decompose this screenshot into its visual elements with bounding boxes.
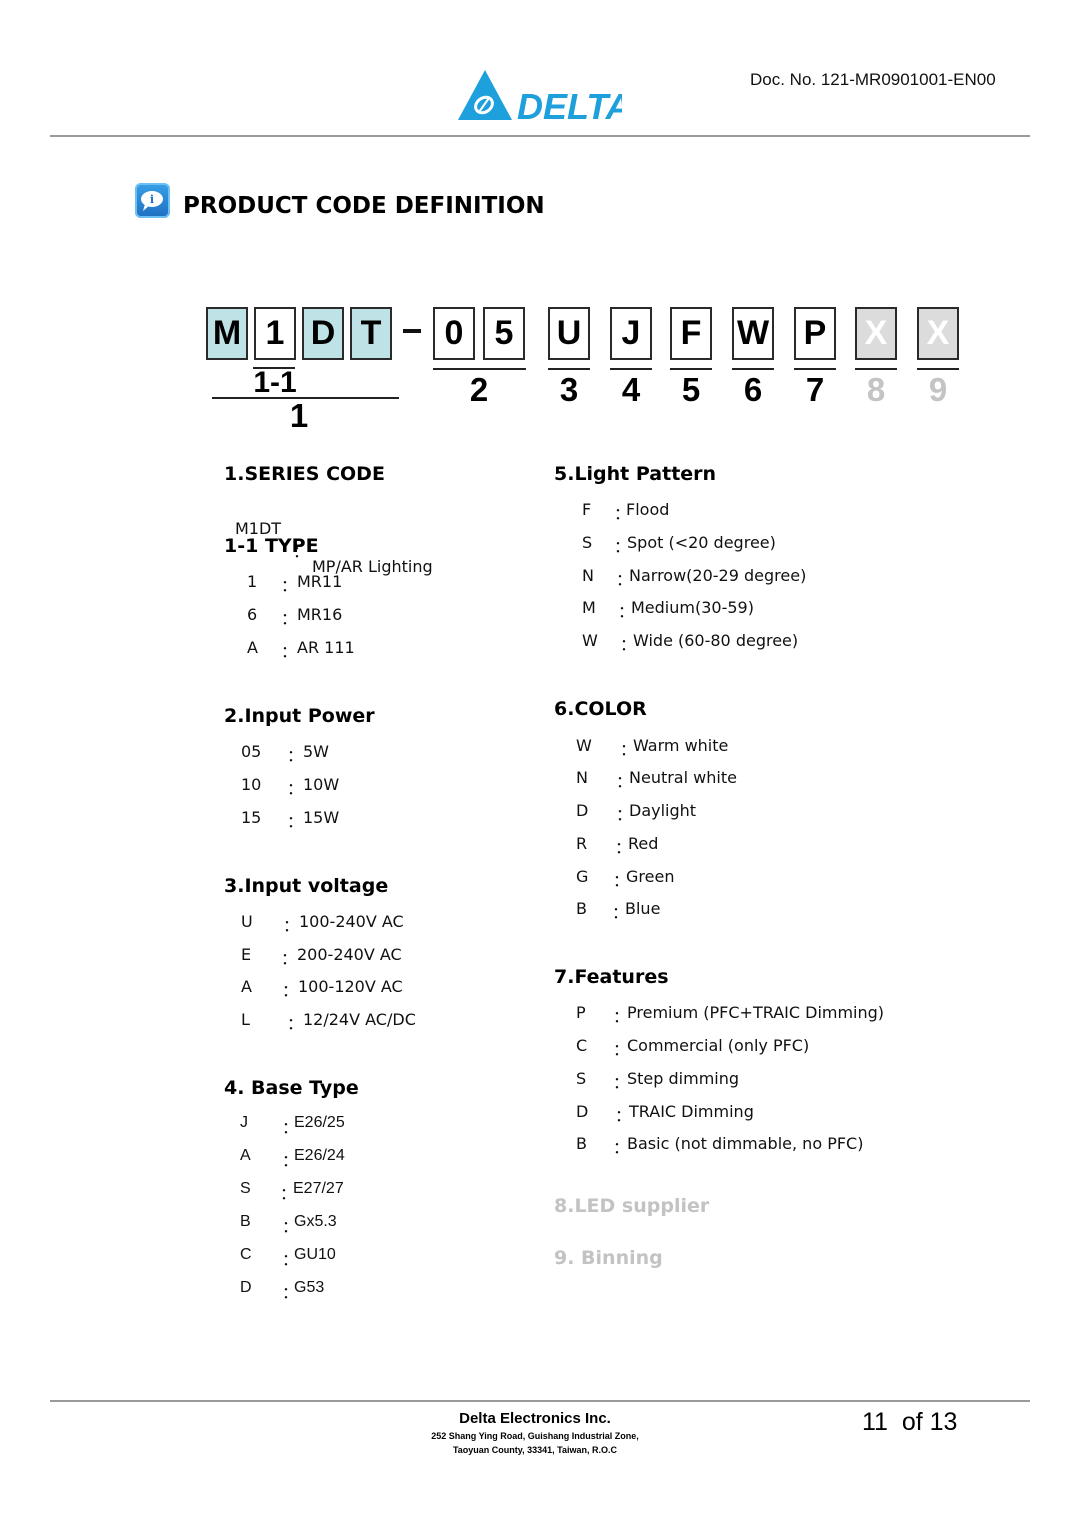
heading-input-voltage: 3.Input voltage <box>224 875 389 897</box>
position-label-9: 9 <box>928 371 948 408</box>
page-number: 11 of 13 <box>862 1408 958 1436</box>
position-label-1-1: 1-1 <box>253 366 297 399</box>
underline-6 <box>732 368 774 370</box>
code-box-color: W <box>732 307 774 360</box>
code-box-base: J <box>610 307 652 360</box>
position-label-5: 5 <box>681 371 701 408</box>
position-label-8: 8 <box>866 371 886 408</box>
position-label-3: 3 <box>559 371 579 408</box>
code-box-binning: X <box>917 307 959 360</box>
delta-triangle-icon: DELTA <box>458 70 632 127</box>
doc-number: Doc. No. 121-MR0901001-EN00 <box>750 70 996 89</box>
code-box-features: P <box>794 307 836 360</box>
heading-binning: 9. Binning <box>554 1247 663 1269</box>
code-box-voltage: U <box>548 307 590 360</box>
heading-base-type: 4. Base Type <box>224 1077 359 1099</box>
code-box-type: 1 <box>254 307 296 360</box>
heading-type: 1-1 TYPE <box>224 535 319 557</box>
underline-8 <box>855 368 897 370</box>
code-box-m: M <box>206 307 248 360</box>
page-title: PRODUCT CODE DEFINITION <box>183 193 545 219</box>
underline-3 <box>548 368 590 370</box>
footer-company: Delta Electronics Inc. <box>459 1410 611 1427</box>
code-box-d: D <box>302 307 344 360</box>
heading-series-code: 1.SERIES CODE <box>224 463 385 485</box>
position-label-4: 4 <box>621 371 641 408</box>
position-label-1: 1 <box>289 397 309 434</box>
code-separator-dash <box>403 329 421 333</box>
svg-text:i: i <box>150 193 154 206</box>
position-label-7: 7 <box>805 371 825 408</box>
heading-color: 6.COLOR <box>554 698 647 720</box>
delta-logo: DELTA <box>457 68 632 127</box>
footer-address-line2: Taoyuan County, 33341, Taiwan, R.O.C <box>452 1445 618 1455</box>
underline-9 <box>917 368 959 370</box>
code-box-power-2: 5 <box>483 307 525 360</box>
underline-4 <box>610 368 652 370</box>
code-box-power-1: 0 <box>433 307 475 360</box>
heading-input-power: 2.Input Power <box>224 705 375 727</box>
position-label-6: 6 <box>743 371 763 408</box>
position-label-2: 2 <box>469 371 489 408</box>
code-box-t: T <box>350 307 392 360</box>
heading-features: 7.Features <box>554 966 669 988</box>
code-box-pattern: F <box>670 307 712 360</box>
header-divider <box>50 135 1030 137</box>
underline-2 <box>433 368 526 370</box>
code-box-led-supplier: X <box>855 307 897 360</box>
info-speech-bubble-icon: i <box>135 183 170 218</box>
underline-7 <box>794 368 836 370</box>
footer-divider <box>50 1400 1030 1402</box>
footer-address-line1: 252 Shang Ying Road, Guishang Industrial… <box>431 1431 639 1441</box>
underline-5 <box>670 368 712 370</box>
heading-light-pattern: 5.Light Pattern <box>554 463 717 485</box>
heading-led-supplier: 8.LED supplier <box>554 1195 710 1217</box>
logo-text: DELTA <box>517 86 622 122</box>
